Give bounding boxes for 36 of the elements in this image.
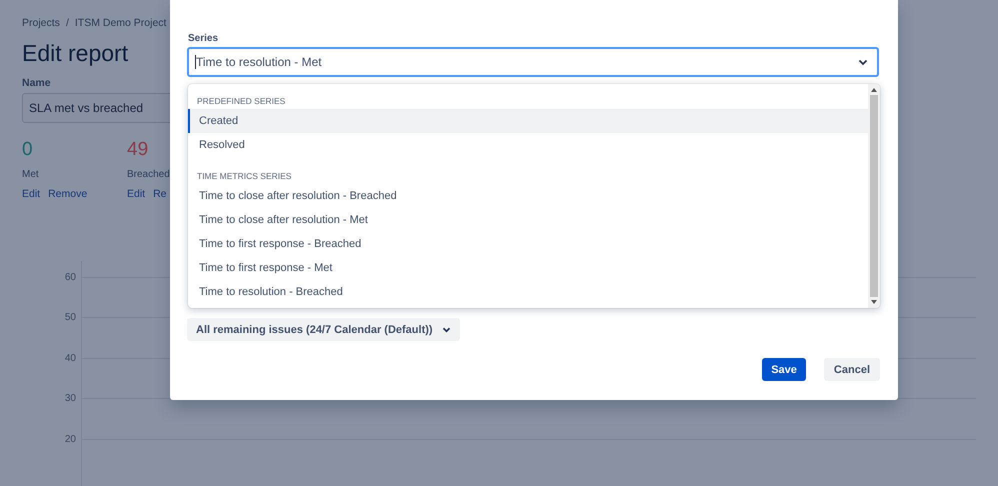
menu-option[interactable]: Time to resolution - Breached [188,280,868,304]
scrollbar[interactable] [868,84,880,308]
y-tick-label: 30 [64,393,76,404]
menu-option[interactable]: Resolved [188,133,868,157]
chevron-down-icon [858,59,868,66]
y-tick-label: 40 [64,352,76,364]
breadcrumb-link[interactable]: ITSM Demo Project [74,17,166,29]
series-label: Breached [127,169,170,180]
menu-option[interactable]: Created [188,109,868,133]
y-tick-label: 20 [64,434,76,445]
scroll-down-icon[interactable] [871,300,877,304]
page-title: Edit report [22,40,128,67]
action-link[interactable]: Edit [22,188,40,200]
calendar-dropdown-button[interactable]: All remaining issues (24/7 Calendar (Default)) [187,318,460,341]
series-count: 0 [22,139,33,162]
series-label: Met [22,169,39,180]
y-tick-label: 60 [64,272,76,283]
series-count: 49 [127,139,148,162]
action-link[interactable]: Re [153,188,167,200]
group-heading: TIME METRICS SERIES [196,170,292,183]
menu-option[interactable]: Time to close after resolution - Met [188,208,868,232]
y-tick-label: 50 [64,312,76,324]
cancel-button[interactable]: Cancel [824,358,880,381]
menu-option[interactable]: Time to close after resolution - Breached [188,184,868,208]
scroll-up-icon[interactable] [871,88,877,92]
series-select-field[interactable]: Time to resolution - Met [187,47,879,77]
field-label: Series [188,33,218,44]
action-link[interactable]: Remove [48,188,88,200]
save-button[interactable]: Save [762,358,806,381]
action-link[interactable]: Edit [127,188,146,200]
menu-option[interactable]: Time to first response - Met [188,256,868,280]
menu-option[interactable]: Time to first response - Breached [188,232,868,256]
breadcrumb-separator: / [66,17,69,29]
chevron-down-icon [442,326,451,332]
breadcrumb-link[interactable]: Projects [22,17,60,29]
field-label: Name [22,77,52,89]
